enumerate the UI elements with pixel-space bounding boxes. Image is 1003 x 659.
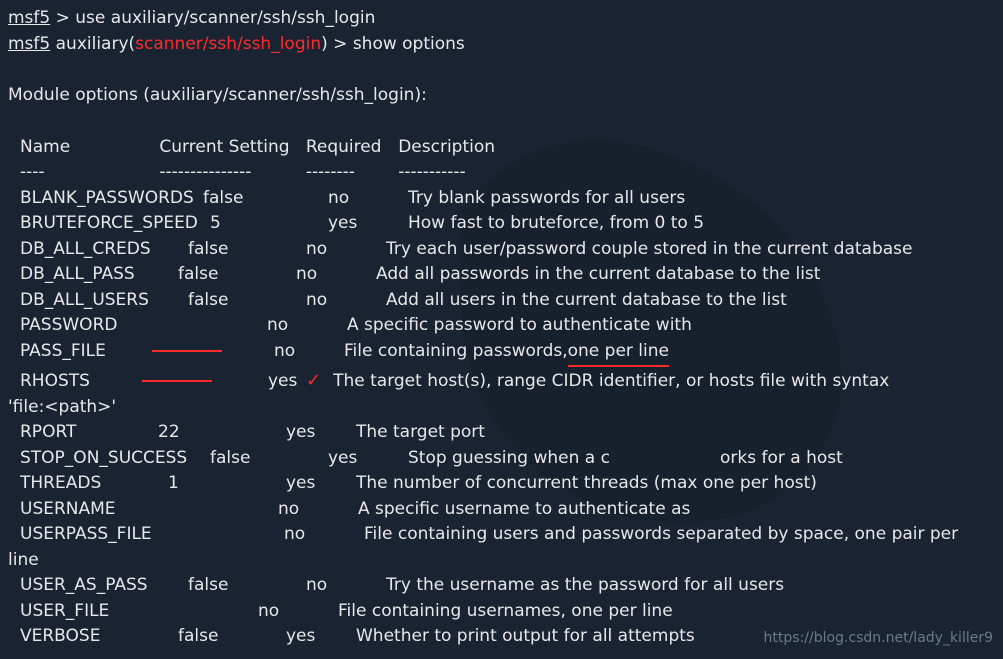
msf-prompt: msf5 bbox=[8, 34, 50, 54]
terminal-output: msf5 > use auxiliary/scanner/ssh/ssh_log… bbox=[8, 6, 995, 650]
command-text: show options bbox=[353, 34, 465, 54]
col-setting: Current Setting bbox=[159, 135, 300, 161]
options-header-row: Name Current Setting Required Descriptio… bbox=[8, 135, 995, 161]
check-icon: ✓ bbox=[306, 367, 321, 394]
opt-stop-on-success: STOP_ON_SUCCESSfalseyesStop guessing whe… bbox=[8, 446, 995, 472]
opt-userpass-file: USERPASS_FILEnoFile containing users and… bbox=[8, 522, 995, 548]
col-description: Description bbox=[398, 135, 495, 161]
annotation-underline-icon bbox=[152, 350, 222, 352]
module-options-header: Module options (auxiliary/scanner/ssh/ss… bbox=[8, 83, 995, 109]
opt-db-all-users: DB_ALL_USERSfalsenoAdd all users in the … bbox=[8, 288, 995, 314]
opt-user-file: USER_FILEnoFile containing usernames, on… bbox=[8, 599, 995, 625]
opt-rhosts-cont: 'file:<path>' bbox=[8, 395, 995, 421]
opt-rport: RPORT22yesThe target port bbox=[8, 420, 995, 446]
module-path: scanner/ssh/ssh_login bbox=[135, 34, 321, 54]
prompt-line-1: msf5 > use auxiliary/scanner/ssh/ssh_log… bbox=[8, 6, 995, 32]
options-dash-row: ---- --------------- -------- ----------… bbox=[8, 160, 995, 186]
watermark: https://blog.csdn.net/lady_killer9 bbox=[764, 628, 993, 649]
msf-prompt: msf5 bbox=[8, 8, 50, 28]
command-text: use auxiliary/scanner/ssh/ssh_login bbox=[75, 8, 375, 28]
opt-db-all-pass: DB_ALL_PASSfalsenoAdd all passwords in t… bbox=[8, 262, 995, 288]
annotation-underline: one per line bbox=[568, 339, 669, 368]
opt-db-all-creds: DB_ALL_CREDSfalsenoTry each user/passwor… bbox=[8, 237, 995, 263]
opt-user-as-pass: USER_AS_PASSfalsenoTry the username as t… bbox=[8, 573, 995, 599]
opt-username: USERNAMEnoA specific username to authent… bbox=[8, 497, 995, 523]
col-name: Name bbox=[20, 135, 154, 161]
opt-threads: THREADS1yesThe number of concurrent thre… bbox=[8, 471, 995, 497]
opt-rhosts: RHOSTSyes✓The target host(s), range CIDR… bbox=[8, 367, 995, 395]
annotation-underline-icon bbox=[142, 380, 212, 382]
opt-password: PASSWORDnoA specific password to authent… bbox=[8, 313, 995, 339]
opt-pass-file: PASS_FILEnoFile containing passwords, on… bbox=[8, 339, 995, 368]
col-required: Required bbox=[306, 135, 393, 161]
opt-bruteforce-speed: BRUTEFORCE_SPEED5yesHow fast to brutefor… bbox=[8, 211, 995, 237]
opt-userpass-cont: line bbox=[8, 548, 995, 574]
prompt-line-2: msf5 auxiliary(scanner/ssh/ssh_login) > … bbox=[8, 32, 995, 58]
opt-blank-passwords: BLANK_PASSWORDSfalsenoTry blank password… bbox=[8, 186, 995, 212]
